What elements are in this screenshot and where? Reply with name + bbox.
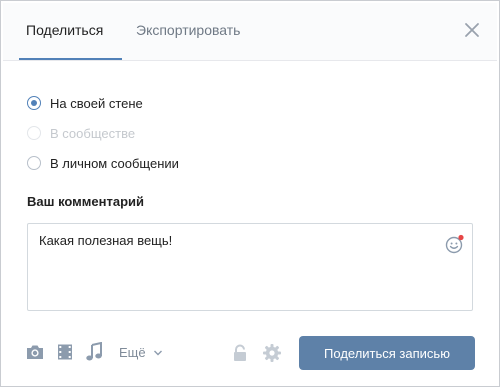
settings-button[interactable] [262, 343, 282, 368]
share-dialog-frame: Поделиться Экспортировать На своей стене… [0, 0, 500, 387]
radio-private-message[interactable] [27, 156, 41, 170]
music-icon [86, 341, 102, 361]
option-community: В сообществе [27, 124, 135, 142]
dialog-header: Поделиться Экспортировать [3, 3, 497, 61]
option-own-wall[interactable]: На своей стене [27, 94, 143, 112]
video-icon [58, 344, 72, 360]
privacy-button[interactable] [232, 344, 248, 367]
tab-export[interactable]: Экспортировать [136, 22, 240, 38]
more-button[interactable]: Ещё [119, 345, 163, 360]
gear-icon [263, 344, 281, 362]
option-private-message-label: В личном сообщении [50, 155, 179, 171]
option-private-message[interactable]: В личном сообщении [27, 154, 179, 172]
share-post-button[interactable]: Поделиться записью [299, 336, 475, 370]
radio-own-wall[interactable] [27, 96, 41, 110]
option-community-label: В сообществе [50, 125, 136, 141]
camera-icon [27, 345, 43, 359]
lock-icon [234, 344, 246, 361]
comment-field[interactable]: Какая полезная вещь! [27, 223, 473, 311]
attach-photo-button[interactable] [25, 343, 45, 366]
emoji-icon [445, 234, 464, 254]
close-icon [465, 23, 479, 37]
comment-label: Ваш комментарий [27, 194, 145, 209]
close-button[interactable] [463, 21, 481, 39]
tab-share[interactable]: Поделиться [26, 22, 103, 38]
attach-audio-button[interactable] [85, 341, 103, 367]
attach-video-button[interactable] [56, 343, 74, 366]
more-label: Ещё [119, 345, 146, 360]
active-tab-indicator [19, 58, 122, 60]
share-dialog: Поделиться Экспортировать На своей стене… [3, 3, 497, 384]
emoji-button[interactable] [445, 234, 465, 254]
comment-text[interactable]: Какая полезная вещь! [39, 233, 172, 248]
radio-community [27, 126, 41, 140]
option-own-wall-label: На своей стене [50, 95, 143, 111]
chevron-down-icon [154, 350, 163, 356]
